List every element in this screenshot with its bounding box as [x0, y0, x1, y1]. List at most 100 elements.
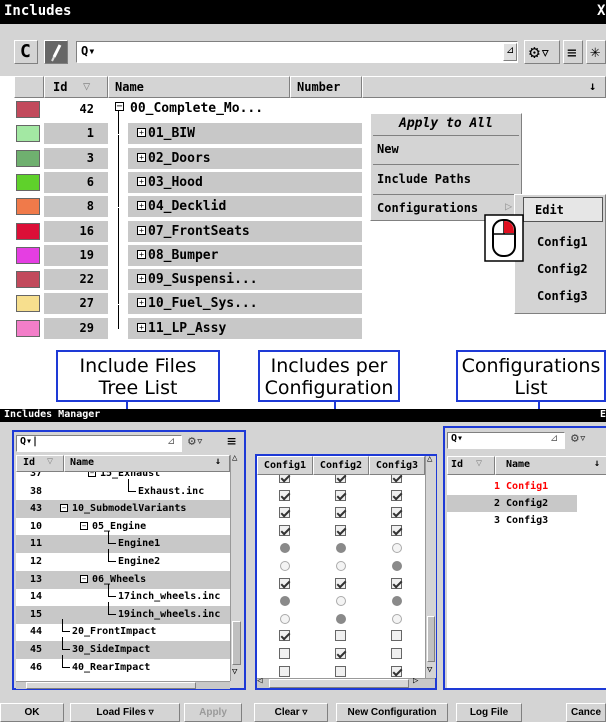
config-checkbox[interactable]	[335, 648, 346, 659]
arrow-down-icon[interactable]: ↓	[589, 79, 596, 93]
header-id[interactable]: Id ▽	[44, 76, 108, 98]
apply-button[interactable]: Apply	[184, 703, 242, 722]
config-radio[interactable]	[392, 561, 402, 571]
tree-row[interactable]: 12 Engine2	[16, 549, 230, 571]
log-file-button[interactable]: Log File	[456, 703, 522, 722]
menu-item-new[interactable]: New	[377, 142, 399, 156]
color-swatch[interactable]	[16, 150, 40, 167]
config-radio[interactable]	[392, 596, 402, 606]
config-checkbox[interactable]	[335, 525, 346, 536]
menu-item-include-paths[interactable]: Include Paths	[377, 172, 471, 186]
config-radio[interactable]	[280, 596, 290, 606]
tree-search-field[interactable]: Q▾| ⊿	[16, 435, 182, 452]
config-checkbox[interactable]	[335, 475, 346, 483]
grid-scroll-thumb[interactable]	[427, 616, 435, 662]
tree-gear-icon[interactable]: ⚙▿	[188, 434, 204, 449]
config-checkbox[interactable]	[279, 648, 290, 659]
grid-scroll-right-icon[interactable]: ▷	[413, 676, 418, 686]
search-options-button[interactable]: ⊿	[503, 43, 517, 61]
clear-button[interactable]: Clear ▿	[254, 703, 328, 722]
submenu-item-config2[interactable]: Config2	[537, 262, 588, 276]
menu-item-configurations[interactable]: Configurations	[377, 201, 478, 215]
config-checkbox[interactable]	[391, 648, 402, 659]
tree-arrow-down-icon[interactable]: ↓	[215, 456, 221, 467]
load-files-button[interactable]: Load Files ▿	[70, 703, 180, 722]
config-search-options-icon[interactable]: ⊿	[550, 433, 558, 444]
grid-header-config2[interactable]: Config2	[313, 456, 369, 475]
config-checkbox[interactable]	[279, 507, 290, 518]
config-checkbox[interactable]	[279, 666, 290, 677]
expand-button[interactable]: ✳	[586, 40, 606, 64]
config-checkbox[interactable]	[335, 666, 346, 677]
list-view-button[interactable]: ≡	[563, 40, 583, 64]
config-checkbox[interactable]	[279, 490, 290, 501]
tree-row[interactable]: 37 −15_Exhaust	[16, 472, 230, 483]
tree-search-options-icon[interactable]: ⊿	[167, 436, 175, 447]
collapse-icon[interactable]: −	[115, 102, 124, 112]
config-checkbox[interactable]	[391, 507, 402, 518]
color-swatch[interactable]	[16, 125, 40, 142]
expand-icon[interactable]: +	[137, 128, 146, 137]
color-swatch[interactable]	[16, 271, 40, 288]
grid-scrollbar[interactable]: △ ▽	[425, 454, 436, 678]
config-search-field[interactable]: Q▾ ⊿	[447, 432, 565, 449]
expand-icon[interactable]: +	[137, 153, 146, 162]
config-radio[interactable]	[336, 561, 346, 571]
config-radio[interactable]	[336, 596, 346, 606]
tree-list-icon[interactable]: ≡	[227, 432, 236, 450]
tree-toggle-icon[interactable]: −	[88, 472, 96, 477]
config-header-name[interactable]: Name ↓	[495, 456, 606, 475]
config-checkbox[interactable]	[279, 630, 290, 641]
config-checkbox[interactable]	[279, 525, 290, 536]
tree-row[interactable]: 46 40_RearImpact	[16, 655, 230, 677]
expand-icon[interactable]: +	[137, 250, 146, 259]
color-swatch[interactable]	[16, 295, 40, 312]
config-row[interactable]: 3 Config3	[447, 512, 577, 529]
manager-close-icon[interactable]: E	[600, 409, 606, 420]
tree-row[interactable]: 10 −05_Engine	[16, 518, 230, 536]
config-checkbox[interactable]	[391, 475, 402, 483]
submenu-item-config1[interactable]: Config1	[537, 235, 588, 249]
scroll-down-icon[interactable]: ▽	[232, 667, 237, 677]
grid-scroll-left-icon[interactable]: ◁	[257, 676, 262, 686]
grid-hscroll-thumb[interactable]	[269, 679, 409, 688]
tree-row[interactable]: 13 −06_Wheels	[16, 571, 230, 589]
config-radio[interactable]	[336, 543, 346, 553]
config-radio[interactable]	[392, 543, 402, 553]
config-radio[interactable]	[280, 543, 290, 553]
color-swatch[interactable]	[16, 101, 40, 118]
tree-row[interactable]: 11 Engine1	[16, 531, 230, 553]
expand-icon[interactable]: +	[137, 177, 146, 186]
config-checkbox[interactable]	[391, 578, 402, 589]
submenu-item-edit[interactable]: Edit	[535, 203, 564, 217]
color-swatch[interactable]	[16, 174, 40, 191]
tree-row[interactable]: 14 17inch_wheels.inc	[16, 584, 230, 606]
header-name[interactable]: Name	[108, 76, 290, 98]
config-radio[interactable]	[392, 614, 402, 624]
color-swatch[interactable]	[16, 320, 40, 337]
config-checkbox[interactable]	[335, 578, 346, 589]
tree-header-id[interactable]: Id ▽	[16, 455, 64, 472]
brush-button[interactable]	[44, 40, 68, 64]
grid-header-config3[interactable]: Config3	[369, 456, 425, 475]
expand-icon[interactable]: +	[137, 323, 146, 332]
color-swatch[interactable]	[16, 223, 40, 240]
config-gear-icon[interactable]: ⚙▿	[571, 431, 587, 446]
grid-scroll-down-icon[interactable]: ▽	[427, 665, 432, 675]
tree-toggle-icon[interactable]: −	[60, 504, 68, 512]
config-checkbox[interactable]	[391, 666, 402, 677]
submenu-item-config3[interactable]: Config3	[537, 289, 588, 303]
settings-button[interactable]: ⚙▿	[524, 40, 560, 64]
config-checkbox[interactable]	[279, 578, 290, 589]
expand-icon[interactable]: +	[137, 274, 146, 283]
config-checkbox[interactable]	[279, 475, 290, 483]
header-number[interactable]: Number	[290, 76, 362, 98]
tree-row[interactable]: 44 20_FrontImpact	[16, 619, 230, 641]
config-header-id[interactable]: Id ▽	[447, 456, 495, 475]
config-checkbox[interactable]	[391, 630, 402, 641]
config-radio[interactable]	[280, 614, 290, 624]
grid-header-config1[interactable]: Config1	[257, 456, 313, 475]
scroll-up-icon[interactable]: △	[232, 453, 237, 463]
tree-hscrollbar[interactable]	[16, 681, 230, 689]
tree-scrollbar[interactable]: △ ▽	[230, 453, 242, 681]
